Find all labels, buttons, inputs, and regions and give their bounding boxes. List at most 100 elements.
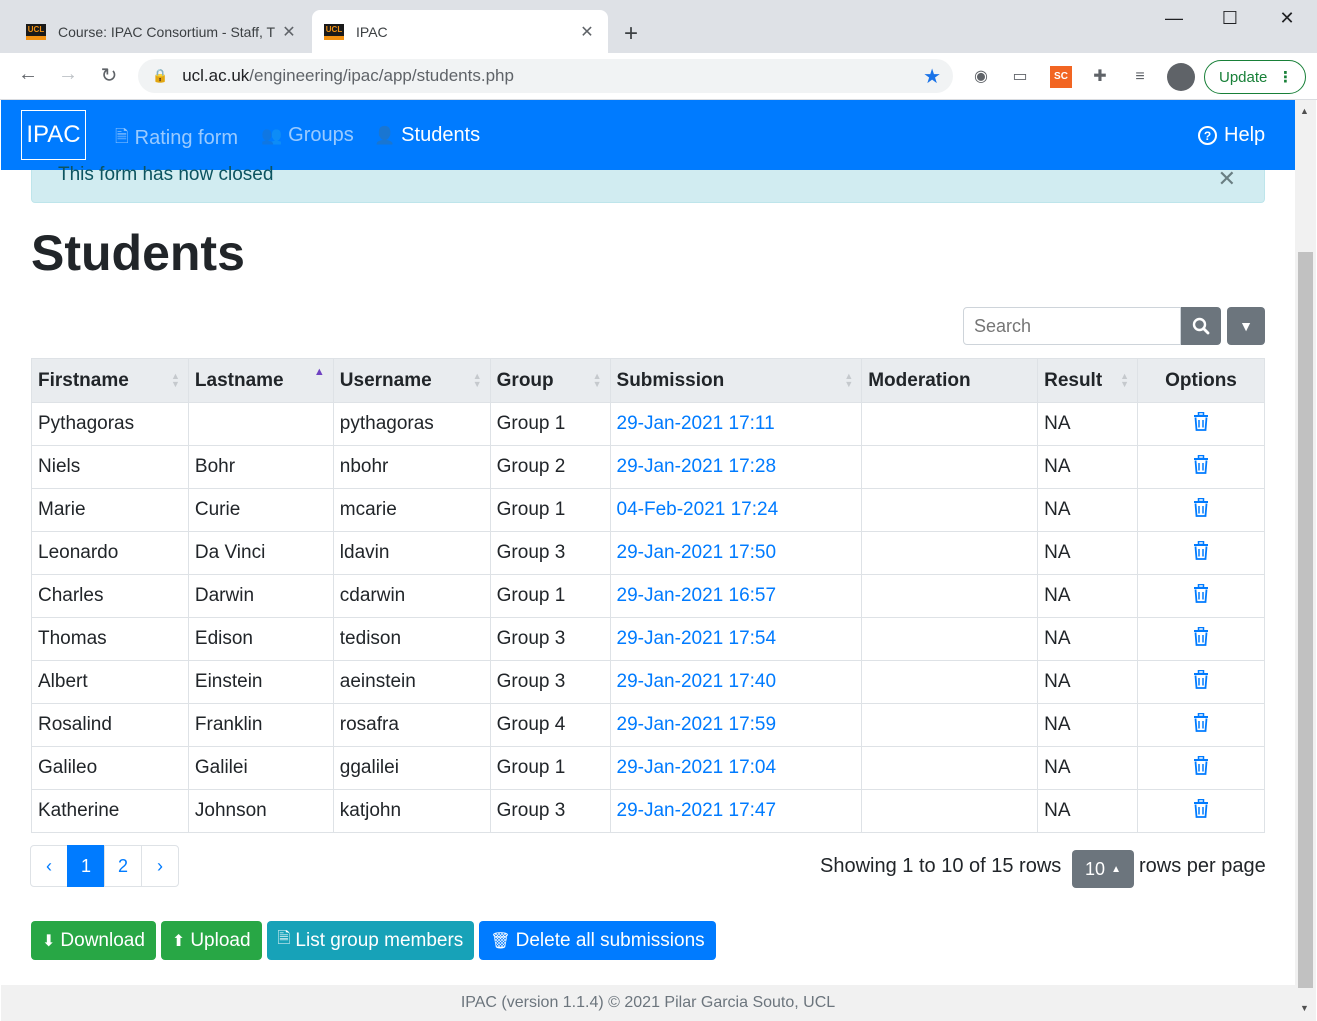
cell-lastname: Curie: [187, 488, 334, 532]
delete-trash-icon[interactable]: [1193, 540, 1209, 560]
submission-link[interactable]: 29-Jan-2021 16:57: [617, 585, 777, 606]
bookmark-star-icon[interactable]: ★: [923, 64, 941, 89]
cell-group: Group 1: [489, 402, 611, 446]
delete-trash-icon[interactable]: [1193, 583, 1209, 603]
columns-toggle-button[interactable]: ▼: [1227, 307, 1265, 345]
cell-submission: 29-Jan-2021 17:59: [609, 703, 863, 747]
rows-per-page-value: 10: [1085, 858, 1106, 879]
delete-trash-icon[interactable]: [1193, 454, 1209, 474]
scroll-down-icon[interactable]: ▼: [1300, 1003, 1309, 1013]
cell-options: [1137, 445, 1265, 489]
page-viewport: IPAC 🗎 Rating form 👥 Groups 👤 Students ?…: [1, 100, 1295, 1021]
page-2[interactable]: 2: [104, 845, 142, 887]
nav-help[interactable]: ? Help: [1198, 124, 1265, 147]
submission-link[interactable]: 29-Jan-2021 17:59: [617, 714, 777, 735]
submission-link[interactable]: 29-Jan-2021 17:47: [617, 800, 777, 821]
page-scrollbar[interactable]: ▲ ▼: [1295, 100, 1316, 1021]
close-tab-icon[interactable]: ✕: [578, 22, 596, 42]
scroll-thumb[interactable]: [1298, 252, 1313, 988]
back-icon[interactable]: ←: [14, 63, 42, 86]
submission-link[interactable]: 29-Jan-2021 17:28: [617, 456, 777, 477]
more-menu-icon[interactable]: ⋮: [1278, 68, 1293, 86]
header-result[interactable]: Result ▲ ▼: [1037, 358, 1139, 403]
table-row: Marie Curie mcarie Group 1 04-Feb-2021 17:24…: [31, 488, 1265, 532]
brand-logo[interactable]: IPAC: [21, 110, 86, 160]
app-navbar: IPAC 🗎 Rating form 👥 Groups 👤 Students ?…: [1, 100, 1295, 170]
delete-trash-icon[interactable]: [1193, 497, 1209, 517]
cell-moderation: [861, 703, 1039, 747]
media-queue-icon[interactable]: ≡: [1129, 66, 1151, 88]
delete-all-submissions-button[interactable]: 🗑 Delete all submissions: [479, 921, 716, 960]
header-username[interactable]: Username ▲ ▼: [332, 358, 491, 403]
header-submission[interactable]: Submission ▲ ▼: [609, 358, 863, 403]
nav-groups[interactable]: 👥 Groups: [261, 124, 354, 147]
submission-link[interactable]: 29-Jan-2021 17:50: [617, 542, 777, 563]
cell-options: [1137, 574, 1265, 618]
cell-submission: 29-Jan-2021 17:04: [609, 746, 863, 790]
maximize-icon[interactable]: ☐: [1215, 8, 1245, 29]
download-button[interactable]: ⬇ Download: [31, 921, 156, 960]
cell-group: Group 3: [489, 789, 611, 833]
nav-label: Students: [401, 124, 481, 146]
cell-lastname: Einstein: [187, 660, 334, 704]
table-row: Niels Bohr nbohr Group 2 29-Jan-2021 17:28 NA: [31, 445, 1265, 489]
header-lastname[interactable]: Lastname ▲: [187, 358, 334, 403]
delete-trash-icon[interactable]: [1193, 626, 1209, 646]
delete-trash-icon[interactable]: [1193, 755, 1209, 775]
minimize-icon[interactable]: —: [1159, 8, 1189, 29]
submission-link[interactable]: 29-Jan-2021 17:40: [617, 671, 777, 692]
header-firstname[interactable]: Firstname ▲ ▼: [31, 358, 189, 403]
profile-avatar[interactable]: [1167, 63, 1195, 91]
search-button[interactable]: [1181, 307, 1221, 345]
sort-both-icon: ▲ ▼: [592, 371, 602, 389]
delete-trash-icon[interactable]: [1193, 712, 1209, 732]
list-group-members-button[interactable]: 🗎 List group members: [266, 921, 475, 960]
cell-submission: 29-Jan-2021 17:11: [609, 402, 863, 446]
submission-link[interactable]: 29-Jan-2021 17:54: [617, 628, 777, 649]
action-buttons: ⬇ Download ⬆ Upload 🗎 List group members…: [31, 921, 721, 960]
address-bar[interactable]: 🔒 ucl.ac.uk/engineering/ipac/app/student…: [138, 59, 953, 93]
cell-username: mcarie: [332, 488, 491, 532]
submission-link[interactable]: 29-Jan-2021 17:04: [617, 757, 777, 778]
table-row: Thomas Edison tedison Group 3 29-Jan-2021 17…: [31, 617, 1265, 661]
nav-students[interactable]: 👤 Students: [374, 124, 480, 147]
close-tab-icon[interactable]: ✕: [280, 22, 298, 42]
cell-lastname: Da Vinci: [187, 531, 334, 575]
cell-lastname: Darwin: [187, 574, 334, 618]
search-input[interactable]: [963, 307, 1181, 345]
browser-tab-course[interactable]: UCL Course: IPAC Consortium - Staff, T ✕: [14, 10, 310, 53]
upload-button[interactable]: ⬆ Upload: [160, 921, 262, 960]
cell-username: ldavin: [332, 531, 491, 575]
new-tab-icon[interactable]: +: [624, 20, 638, 48]
nav-rating-form[interactable]: 🗎 Rating form: [115, 124, 238, 153]
page-1[interactable]: 1: [67, 845, 105, 887]
forward-icon[interactable]: →: [54, 63, 82, 86]
close-alert-icon[interactable]: ✕: [1218, 166, 1236, 192]
cell-result: NA: [1037, 789, 1139, 833]
page-next[interactable]: ›: [141, 845, 179, 887]
delete-trash-icon[interactable]: [1193, 669, 1209, 689]
extension-sc-icon[interactable]: SC: [1050, 66, 1072, 88]
tab-title: Course: IPAC Consortium - Staff, T: [58, 23, 276, 40]
page-prev[interactable]: ‹: [30, 845, 68, 887]
cell-options: [1137, 402, 1265, 446]
extension-globe-icon[interactable]: ◉: [970, 66, 992, 88]
rows-per-page-select[interactable]: 10 ▲: [1072, 850, 1134, 888]
header-group[interactable]: Group ▲ ▼: [489, 358, 611, 403]
submission-link[interactable]: 04-Feb-2021 17:24: [617, 499, 779, 520]
delete-trash-icon[interactable]: [1193, 411, 1209, 431]
help-label: Help: [1224, 124, 1266, 146]
cell-group: Group 3: [489, 617, 611, 661]
browser-tab-ipac[interactable]: UCL IPAC ✕: [312, 10, 608, 53]
reload-icon[interactable]: ↻: [95, 63, 123, 88]
close-window-icon[interactable]: ✕: [1272, 8, 1302, 29]
update-button[interactable]: Update ⋮: [1204, 60, 1306, 94]
search-icon: [1192, 317, 1210, 335]
sort-both-icon: ▲ ▼: [1120, 371, 1130, 389]
submission-link[interactable]: 29-Jan-2021 17:11: [617, 413, 775, 434]
extensions-puzzle-icon[interactable]: ✚: [1089, 66, 1111, 88]
extension-cast-icon[interactable]: ▭: [1009, 66, 1031, 88]
cell-options: [1137, 789, 1265, 833]
delete-trash-icon[interactable]: [1193, 798, 1209, 818]
scroll-up-icon[interactable]: ▲: [1300, 106, 1309, 116]
